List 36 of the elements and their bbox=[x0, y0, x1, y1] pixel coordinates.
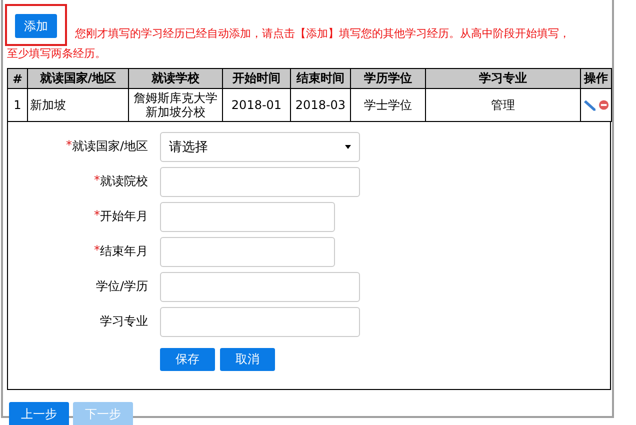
field-label: *开始年月 bbox=[93, 208, 149, 225]
field-label: 学习专业 bbox=[99, 313, 149, 330]
input-field[interactable] bbox=[160, 166, 360, 196]
step-button[interactable]: 上一步 bbox=[9, 402, 69, 425]
column-header: 结束时间 bbox=[290, 68, 350, 88]
pencil-icon[interactable] bbox=[583, 99, 596, 111]
delete-icon[interactable] bbox=[599, 100, 609, 110]
column-header: 操作 bbox=[580, 68, 612, 88]
field-label: *就读院校 bbox=[93, 173, 149, 190]
table-cell: 詹姆斯库克大学新加坡分校 bbox=[128, 88, 222, 122]
table-cell: 1 bbox=[8, 88, 28, 122]
field-label: 学位/学历 bbox=[94, 278, 149, 295]
table-cell: 学士学位 bbox=[350, 88, 426, 122]
form-button[interactable]: 取消 bbox=[220, 348, 275, 371]
column-header: 就读学校 bbox=[128, 68, 222, 88]
notice-text: 至少填写两条经历。 bbox=[7, 46, 106, 62]
column-header: 学历学位 bbox=[350, 68, 426, 88]
input-field[interactable] bbox=[160, 236, 335, 266]
table-cell: 新加坡 bbox=[28, 88, 128, 122]
column-header: # bbox=[8, 68, 28, 88]
notice-text: 您刚才填写的学习经历已经自动添加，请点击【添加】填写您的其他学习经历。从高中阶段开始填写， bbox=[75, 26, 570, 42]
select-field[interactable]: 请选择 bbox=[160, 132, 360, 162]
table-cell: 2018-01 bbox=[222, 88, 290, 122]
caret-icon bbox=[345, 144, 351, 148]
field-label: *就读国家/地区 bbox=[64, 138, 149, 155]
table-cell: 2018-03 bbox=[290, 88, 350, 122]
table-cell: 管理 bbox=[426, 88, 580, 122]
form-button[interactable]: 保存 bbox=[160, 348, 215, 371]
column-header: 学习专业 bbox=[426, 68, 580, 88]
add-button[interactable]: 添加 bbox=[15, 14, 57, 38]
column-header: 开始时间 bbox=[222, 68, 290, 88]
column-header: 就读国家/地区 bbox=[28, 68, 128, 88]
input-field[interactable] bbox=[160, 202, 335, 232]
input-field[interactable] bbox=[160, 272, 360, 302]
input-field[interactable] bbox=[160, 306, 360, 336]
field-label: *结束年月 bbox=[93, 243, 149, 260]
